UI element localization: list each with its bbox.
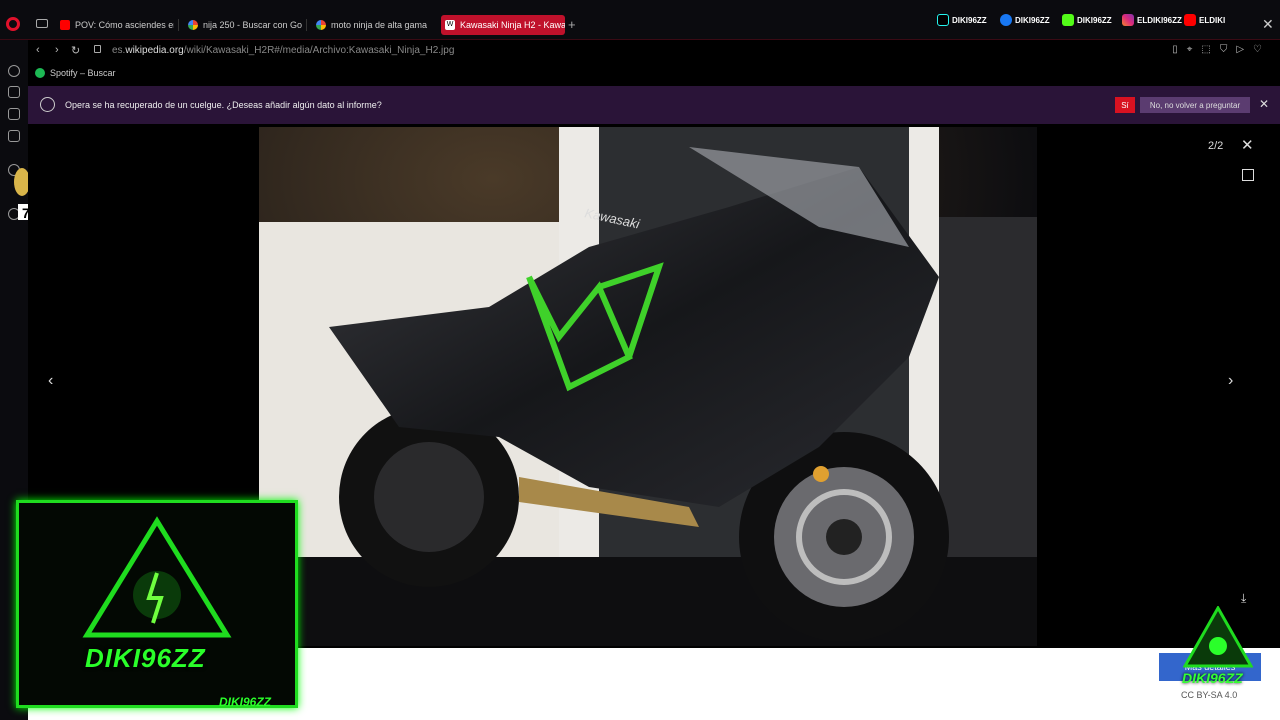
tab-search-moto-ninja[interactable]: moto ninja de alta gama h [312, 15, 430, 35]
google-icon [188, 20, 198, 30]
history-icon[interactable] [8, 65, 20, 77]
social-handle: DIKI96ZZ [952, 15, 987, 25]
streamer-name: DIKI96ZZ [85, 643, 206, 673]
tab-label: POV: Cómo asciendes en ... [75, 20, 174, 30]
tab-label: nija 250 - Buscar con Goo [203, 20, 302, 30]
play-icon[interactable]: ▷ [1236, 44, 1244, 55]
address-actions: ▯ ⌖ ⬚ ⛉ ▷ ♡ [1172, 44, 1262, 55]
url-prefix: es. [112, 45, 126, 56]
streamer-name-small: DIKI96ZZ [219, 695, 272, 709]
messenger-icon[interactable] [8, 130, 20, 142]
crash-notification: Opera se ha recuperado de un cuelgue. ¿D… [28, 86, 1280, 124]
previous-image-icon[interactable]: ‹ [48, 372, 53, 390]
viewer-close-icon[interactable]: ✕ [1241, 136, 1254, 154]
social-instagram: ELDIKI96ZZ [1122, 12, 1182, 28]
license-label[interactable]: CC BY-SA 4.0 [1181, 690, 1237, 700]
streamer-logo-icon [82, 516, 232, 638]
google-icon [316, 20, 326, 30]
wikipedia-icon: W [445, 20, 455, 30]
social-youtube: ELDIKI [1184, 12, 1225, 28]
bookmarks-icon[interactable] [8, 108, 20, 120]
spotify-icon [35, 68, 45, 78]
fullscreen-icon[interactable] [1242, 169, 1254, 181]
bookmarks-bar: Spotify – Buscar [28, 63, 116, 83]
back-icon[interactable]: ‹ [36, 44, 40, 56]
address-bar: ‹ › ↻ es.wikipedia.org/wiki/Kawasaki_H2R… [28, 40, 1280, 62]
heart-icon[interactable]: ♡ [1253, 44, 1262, 55]
close-icon[interactable]: ✕ [1259, 97, 1269, 111]
tab-overview-icon[interactable] [36, 19, 48, 28]
social-facebook: DIKI96ZZ [1000, 12, 1050, 28]
youtube-icon [1184, 14, 1196, 26]
notification-text: Opera se ha recuperado de un cuelgue. ¿D… [65, 100, 382, 110]
split-view-icon[interactable]: ▯ [1172, 44, 1178, 55]
tiktok-icon [937, 14, 949, 26]
tab-wikipedia-active[interactable]: W Kawasaki Ninja H2 - Kawa [441, 15, 565, 35]
window-close-button[interactable]: ✕ [1262, 16, 1274, 33]
social-tiktok: DIKI96ZZ [937, 12, 987, 28]
corner-streamer-name: DIKI96ZZ [1182, 670, 1243, 686]
tab-youtube[interactable]: POV: Cómo asciendes en ... [56, 15, 174, 35]
lock-icon[interactable] [94, 45, 101, 53]
tab-label: Kawasaki Ninja H2 - Kawa [460, 20, 565, 30]
url-path: /wiki/Kawasaki_H2R#/media/Archivo:Kawasa… [183, 45, 455, 56]
reload-icon[interactable]: ↻ [71, 44, 80, 57]
tab-divider [178, 19, 179, 31]
instagram-icon [1122, 14, 1134, 26]
tab-divider [306, 19, 307, 31]
tab-search-ninja250[interactable]: nija 250 - Buscar con Goo [184, 15, 302, 35]
info-icon [40, 97, 55, 112]
aria-icon[interactable] [8, 86, 20, 98]
bookmark-spotify[interactable]: Spotify – Buscar [50, 68, 116, 78]
kawasaki-ninja-h2-image: Kawasaki [259, 127, 1037, 646]
url-field[interactable]: es.wikipedia.org/wiki/Kawasaki_H2R#/medi… [112, 45, 454, 56]
social-handle: DIKI96ZZ [1077, 15, 1112, 25]
tab-label: moto ninja de alta gama h [331, 20, 430, 30]
social-handle: DIKI96ZZ [1015, 15, 1050, 25]
url-domain: wikipedia.org [125, 45, 184, 56]
new-tab-button[interactable]: + [568, 17, 576, 32]
forward-icon[interactable]: › [55, 44, 59, 56]
kick-icon [1062, 14, 1074, 26]
next-image-icon[interactable]: › [1228, 372, 1233, 390]
image-counter: 2/2 [1208, 140, 1224, 152]
download-icon[interactable]: ⤓ [1241, 591, 1246, 606]
social-handle: ELDIKI [1199, 15, 1226, 25]
streamer-webcam-overlay: DIKI96ZZ DIKI96ZZ [16, 500, 298, 709]
youtube-icon [60, 20, 70, 30]
yes-button[interactable]: Sí [1115, 97, 1135, 113]
dont-ask-button[interactable]: No, no volver a preguntar [1140, 97, 1250, 113]
social-kick: DIKI96ZZ [1062, 12, 1112, 28]
shield-icon[interactable]: ⛉ [1220, 44, 1228, 55]
social-handle: ELDIKI96ZZ [1137, 15, 1182, 25]
snapshot-icon[interactable]: ⬚ [1201, 44, 1210, 55]
facebook-icon [1000, 14, 1012, 26]
tab-bar: POV: Cómo asciendes en ... nija 250 - Bu… [0, 0, 1280, 40]
pin-icon[interactable]: ⌖ [1187, 44, 1193, 55]
opera-logo-icon[interactable] [6, 17, 20, 31]
motorcycle-photo: Kawasaki [259, 127, 1037, 646]
